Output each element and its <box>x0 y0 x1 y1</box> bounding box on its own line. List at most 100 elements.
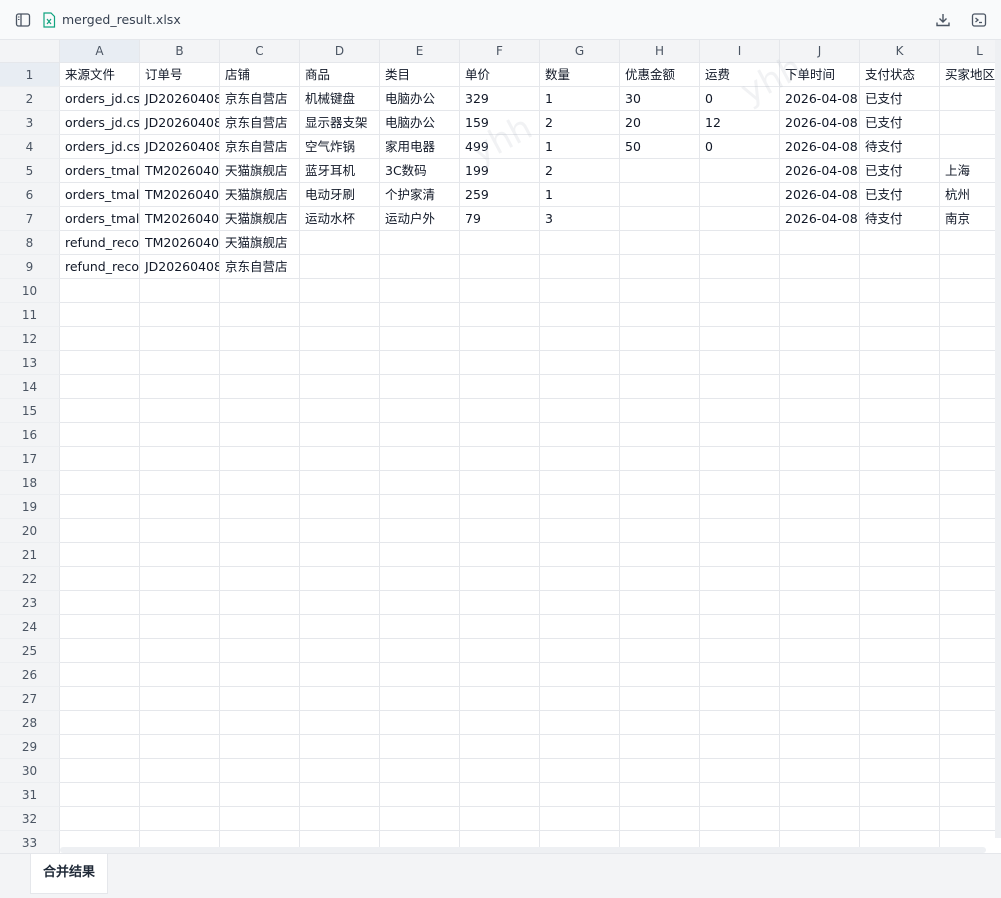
cell-f18[interactable] <box>460 471 540 495</box>
cell-j4[interactable]: 2026-04-08 1 <box>780 135 860 159</box>
cell-g23[interactable] <box>540 591 620 615</box>
cell-e31[interactable] <box>380 783 460 807</box>
cell-e18[interactable] <box>380 471 460 495</box>
cell-i1[interactable]: 运费 <box>700 63 780 87</box>
cell-h20[interactable] <box>620 519 700 543</box>
row-header[interactable]: 24 <box>0 615 60 639</box>
cell-e3[interactable]: 电脑办公 <box>380 111 460 135</box>
cell-j5[interactable]: 2026-04-08 0 <box>780 159 860 183</box>
row-header[interactable]: 16 <box>0 423 60 447</box>
cell-k15[interactable] <box>860 399 940 423</box>
cell-k11[interactable] <box>860 303 940 327</box>
cell-h16[interactable] <box>620 423 700 447</box>
cell-d7[interactable]: 运动水杯 <box>300 207 380 231</box>
column-header-l[interactable]: L <box>940 40 1001 63</box>
cell-d26[interactable] <box>300 663 380 687</box>
cell-i2[interactable]: 0 <box>700 87 780 111</box>
cell-j17[interactable] <box>780 447 860 471</box>
cell-c28[interactable] <box>220 711 300 735</box>
cell-d3[interactable]: 显示器支架 <box>300 111 380 135</box>
cell-l5[interactable]: 上海 <box>940 159 1001 183</box>
cell-e2[interactable]: 电脑办公 <box>380 87 460 111</box>
cell-f15[interactable] <box>460 399 540 423</box>
cell-h13[interactable] <box>620 351 700 375</box>
cell-k24[interactable] <box>860 615 940 639</box>
cell-j20[interactable] <box>780 519 860 543</box>
cell-i13[interactable] <box>700 351 780 375</box>
cell-l6[interactable]: 杭州 <box>940 183 1001 207</box>
cell-g12[interactable] <box>540 327 620 351</box>
row-header[interactable]: 22 <box>0 567 60 591</box>
cell-k19[interactable] <box>860 495 940 519</box>
cell-f12[interactable] <box>460 327 540 351</box>
cell-d22[interactable] <box>300 567 380 591</box>
cell-e19[interactable] <box>380 495 460 519</box>
row-header[interactable]: 28 <box>0 711 60 735</box>
cell-g6[interactable]: 1 <box>540 183 620 207</box>
cell-l29[interactable] <box>940 735 1001 759</box>
cell-a31[interactable] <box>60 783 140 807</box>
cell-h10[interactable] <box>620 279 700 303</box>
column-header-e[interactable]: E <box>380 40 460 63</box>
cell-i18[interactable] <box>700 471 780 495</box>
cell-b30[interactable] <box>140 759 220 783</box>
column-header-h[interactable]: H <box>620 40 700 63</box>
cell-e13[interactable] <box>380 351 460 375</box>
cell-b18[interactable] <box>140 471 220 495</box>
cell-c8[interactable]: 天猫旗舰店 <box>220 231 300 255</box>
cell-d14[interactable] <box>300 375 380 399</box>
row-header[interactable]: 14 <box>0 375 60 399</box>
cell-h3[interactable]: 20 <box>620 111 700 135</box>
cell-l23[interactable] <box>940 591 1001 615</box>
cell-l14[interactable] <box>940 375 1001 399</box>
cell-j8[interactable] <box>780 231 860 255</box>
cell-l27[interactable] <box>940 687 1001 711</box>
cell-k23[interactable] <box>860 591 940 615</box>
cell-j2[interactable]: 2026-04-08 0 <box>780 87 860 111</box>
cell-a2[interactable]: orders_jd.csv <box>60 87 140 111</box>
cell-l7[interactable]: 南京 <box>940 207 1001 231</box>
cell-b1[interactable]: 订单号 <box>140 63 220 87</box>
cell-j27[interactable] <box>780 687 860 711</box>
cell-i19[interactable] <box>700 495 780 519</box>
cell-g22[interactable] <box>540 567 620 591</box>
row-header[interactable]: 21 <box>0 543 60 567</box>
cell-e29[interactable] <box>380 735 460 759</box>
row-header[interactable]: 27 <box>0 687 60 711</box>
cell-c11[interactable] <box>220 303 300 327</box>
row-header[interactable]: 7 <box>0 207 60 231</box>
cell-k13[interactable] <box>860 351 940 375</box>
cell-j12[interactable] <box>780 327 860 351</box>
cell-f23[interactable] <box>460 591 540 615</box>
row-header[interactable]: 4 <box>0 135 60 159</box>
cell-j32[interactable] <box>780 807 860 831</box>
cell-k4[interactable]: 待支付 <box>860 135 940 159</box>
cell-c14[interactable] <box>220 375 300 399</box>
cell-b10[interactable] <box>140 279 220 303</box>
cell-e4[interactable]: 家用电器 <box>380 135 460 159</box>
cell-g17[interactable] <box>540 447 620 471</box>
cell-b22[interactable] <box>140 567 220 591</box>
cell-a17[interactable] <box>60 447 140 471</box>
row-header[interactable]: 29 <box>0 735 60 759</box>
cell-b31[interactable] <box>140 783 220 807</box>
row-header[interactable]: 11 <box>0 303 60 327</box>
cell-d19[interactable] <box>300 495 380 519</box>
cell-c15[interactable] <box>220 399 300 423</box>
cell-h29[interactable] <box>620 735 700 759</box>
cell-a13[interactable] <box>60 351 140 375</box>
cell-e25[interactable] <box>380 639 460 663</box>
cell-j11[interactable] <box>780 303 860 327</box>
cell-e27[interactable] <box>380 687 460 711</box>
cell-b15[interactable] <box>140 399 220 423</box>
row-header[interactable]: 26 <box>0 663 60 687</box>
cell-c10[interactable] <box>220 279 300 303</box>
cell-h27[interactable] <box>620 687 700 711</box>
cell-j31[interactable] <box>780 783 860 807</box>
cell-j3[interactable]: 2026-04-08 1 <box>780 111 860 135</box>
cell-a29[interactable] <box>60 735 140 759</box>
row-header[interactable]: 18 <box>0 471 60 495</box>
cell-l4[interactable] <box>940 135 1001 159</box>
cell-l12[interactable] <box>940 327 1001 351</box>
cell-e16[interactable] <box>380 423 460 447</box>
